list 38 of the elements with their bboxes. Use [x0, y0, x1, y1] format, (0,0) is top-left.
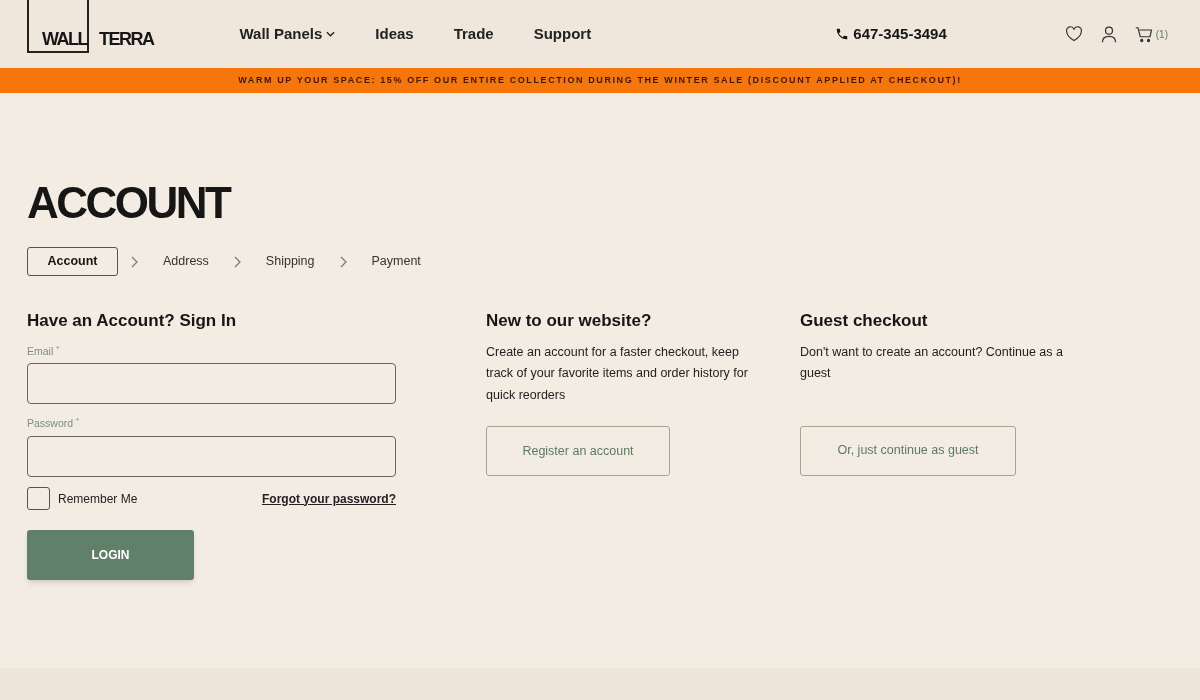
email-field[interactable] [27, 363, 396, 405]
cart-icon[interactable] [1134, 25, 1153, 43]
checkout-step-tab[interactable]: Payment [359, 252, 433, 271]
checkbox-label: Remember Me [58, 490, 138, 508]
chevron-right-icon [233, 255, 241, 268]
nav-link[interactable]: Trade [453, 22, 494, 46]
phone-icon [835, 27, 850, 41]
section-heading: Guest checkout [800, 310, 929, 332]
logo-frame [27, 0, 89, 53]
section-heading: Have an Account? Sign In [27, 310, 238, 332]
section-description: Don't want to create an account? Continue as a guest [800, 343, 1064, 382]
section-heading: New to our website? [486, 310, 653, 332]
remember-checkbox[interactable] [27, 487, 50, 510]
section-description: Create an account for a faster checkout, keep track of your favorite items and order history for quick reorders [486, 343, 749, 404]
nav-link[interactable]: Wall Panels [239, 22, 336, 46]
logo-text[interactable]: TERRA [99, 30, 154, 48]
field-label: Password $^{*}$ [27, 416, 81, 432]
cart-count: (1) [1155, 27, 1168, 42]
password-field[interactable] [27, 436, 396, 477]
nav-link[interactable]: Support [533, 22, 592, 46]
checkout-step-tab[interactable]: Shipping [253, 252, 327, 271]
login-button[interactable]: LOGIN [27, 530, 194, 580]
checkout-step-tab[interactable]: Account [27, 247, 118, 276]
field-label: Email $^{*}$ [27, 343, 61, 359]
promo-text: WARM UP YOUR SPACE: 15% OFF OUR ENTIRE COLLECTION DURING THE WINTER SALE (DISCOUNT APPLIED AT CHECKOUT)! [238, 73, 962, 87]
checkout-step-tab[interactable]: Address [151, 252, 221, 271]
page-title: ACCOUNT [27, 181, 231, 225]
user-icon[interactable] [1100, 25, 1117, 43]
register-button[interactable]: Register an account [486, 426, 670, 476]
forgot-password-link[interactable]: Forgot your password? [262, 489, 396, 508]
chevron-right-icon [131, 255, 138, 268]
chevron-right-icon [339, 255, 347, 268]
phone-number[interactable]: 647-345-3494 [853, 22, 947, 46]
chevron-down-icon [326, 31, 336, 37]
guest-checkout-button[interactable]: Or, just continue as guest [800, 425, 1016, 476]
nav-link[interactable]: Ideas [375, 22, 414, 46]
logo-text[interactable]: WALL [42, 30, 87, 48]
heart-icon[interactable] [1064, 26, 1083, 42]
